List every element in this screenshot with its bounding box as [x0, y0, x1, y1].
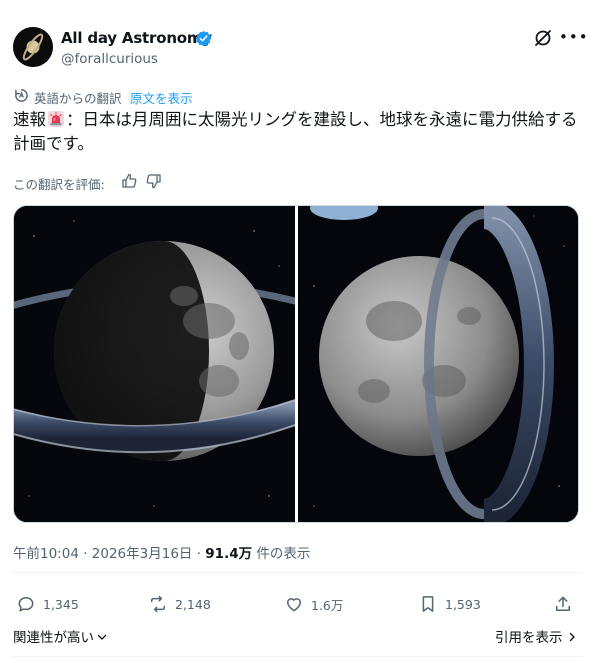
bookmark-button[interactable]: 1,593 — [418, 593, 481, 615]
repost-count: 2,148 — [175, 596, 211, 612]
verified-badge-icon — [195, 30, 212, 47]
tweet-text-after: ：日本は月周囲に太陽光リングを建設し、地球を永遠に電力供給する計画です。 — [13, 110, 578, 153]
author-name[interactable]: All day Astronomy — [61, 29, 212, 47]
relevance-dropdown[interactable]: 関連性が高い — [13, 626, 107, 646]
translate-icon — [15, 89, 28, 102]
tweet-time[interactable]: 午前10:04 — [13, 546, 79, 562]
views-suffix: 件の表示 — [252, 546, 311, 562]
reply-icon — [18, 597, 34, 612]
grok-icon[interactable] — [533, 28, 553, 48]
heart-icon — [287, 598, 301, 612]
moon-solar-ring-right-image[interactable] — [298, 206, 578, 522]
tweet-meta: 午前10:04 · 2026年3月16日 · 91.4万 件の表示 — [13, 542, 310, 562]
share-button[interactable] — [553, 593, 580, 615]
bookmark-count: 1,593 — [445, 596, 481, 612]
tweet-text: 速報 ：日本は月周囲に太陽光リングを建設し、地球を永遠に電力供給する計画です。 — [13, 108, 583, 156]
tweet-date[interactable]: 2026年3月16日 — [92, 546, 193, 562]
chevron-down-icon — [97, 630, 107, 646]
like-count: 1.6万 — [311, 597, 344, 613]
view-quotes-link[interactable]: 引用を表示 — [495, 626, 577, 646]
translation-label: 英語からの翻訳 — [34, 91, 122, 106]
repost-icon — [151, 595, 165, 613]
meta-separator: · — [192, 546, 206, 562]
show-original-link[interactable]: 原文を表示 — [130, 88, 193, 107]
more-icon[interactable]: ••• — [559, 27, 588, 47]
reply-count: 1,345 — [43, 596, 79, 612]
view-count: 91.4万 — [205, 546, 253, 562]
chevron-right-icon — [567, 630, 577, 646]
siren-emoji-icon — [48, 111, 64, 127]
meta-separator: · — [78, 546, 92, 562]
view-quotes-label: 引用を表示 — [495, 630, 563, 646]
bookmark-icon — [422, 596, 434, 612]
tweet-text-before: 速報 — [13, 110, 46, 129]
rate-translation-label: この翻訳を評価: — [13, 177, 105, 192]
thumbs-up-icon[interactable] — [121, 173, 137, 189]
moon-solar-ring-left-image[interactable] — [14, 206, 314, 522]
like-button[interactable]: 1.6万 — [284, 593, 343, 615]
avatar[interactable] — [13, 27, 53, 67]
thumbs-down-icon[interactable] — [146, 173, 162, 189]
divider — [13, 572, 583, 573]
reply-button[interactable]: 1,345 — [16, 593, 79, 615]
media-grid — [13, 205, 579, 523]
repost-button[interactable]: 2,148 — [148, 593, 211, 615]
relevance-label: 関連性が高い — [13, 630, 94, 646]
saturn-avatar-icon — [13, 27, 53, 67]
divider — [13, 656, 583, 657]
share-icon — [556, 596, 570, 611]
author-handle[interactable]: @forallcurious — [61, 51, 158, 67]
